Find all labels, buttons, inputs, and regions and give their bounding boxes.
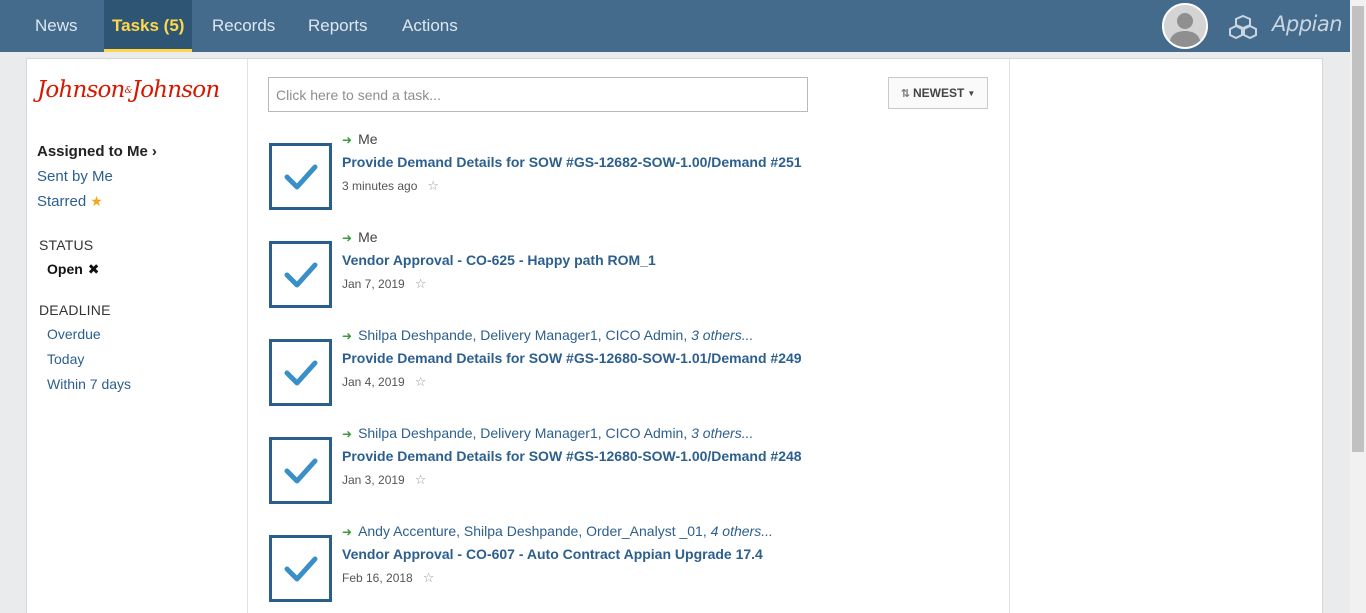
tab-records[interactable]: Records bbox=[204, 0, 283, 52]
task-item: ➜ Andy Accenture, Shilpa Deshpande, Order… bbox=[269, 523, 969, 602]
tab-reports[interactable]: Reports bbox=[300, 0, 376, 52]
task-assignee-names[interactable]: Shilpa Deshpande, Delivery Manager1, CIC… bbox=[358, 425, 687, 441]
deadline-within-7-days[interactable]: Within 7 days bbox=[47, 376, 131, 392]
appian-logo: Appian bbox=[1272, 12, 1343, 36]
star-outline-icon[interactable]: ☆ bbox=[427, 178, 439, 193]
task-date: 3 minutes ago ☆ bbox=[342, 178, 439, 194]
task-others-link[interactable]: 3 others... bbox=[691, 425, 753, 441]
top-nav-bar: News Tasks (5) Records Reports Actions A… bbox=[0, 0, 1350, 52]
checkmark-icon bbox=[284, 360, 318, 386]
task-item: ➜ Me Provide Demand Details for SOW #GS-1… bbox=[269, 131, 969, 210]
remove-filter-icon[interactable]: ✖ bbox=[88, 261, 100, 278]
task-assignee-names[interactable]: Andy Accenture, Shilpa Deshpande, Order_… bbox=[358, 523, 707, 539]
task-complete-checkbox[interactable] bbox=[269, 437, 332, 504]
task-item: ➜ Me Vendor Approval - CO-625 - Happy pat… bbox=[269, 229, 969, 308]
task-assignees: ➜ Shilpa Deshpande, Delivery Manager1, CI… bbox=[342, 425, 753, 441]
task-item: ➜ Shilpa Deshpande, Delivery Manager1, CI… bbox=[269, 425, 969, 504]
deadline-today[interactable]: Today bbox=[47, 351, 84, 367]
logo-text-right: Johnson bbox=[131, 77, 220, 103]
checkmark-icon bbox=[284, 556, 318, 582]
task-others-link[interactable]: 4 others... bbox=[711, 523, 773, 539]
deadline-overdue[interactable]: Overdue bbox=[47, 326, 101, 342]
sort-dropdown[interactable]: ⇅ NEWEST ▼ bbox=[888, 77, 988, 109]
checkmark-icon bbox=[284, 458, 318, 484]
task-title-link[interactable]: Provide Demand Details for SOW #GS-12682… bbox=[342, 154, 802, 170]
sort-label: NEWEST bbox=[912, 86, 965, 100]
task-complete-checkbox[interactable] bbox=[269, 339, 332, 406]
column-divider bbox=[1009, 59, 1010, 613]
arrow-right-icon: ➜ bbox=[342, 231, 353, 245]
filter-sidebar: Johnson&Johnson Assigned to Me › Sent by … bbox=[27, 59, 248, 613]
task-assignee-names: Me bbox=[358, 131, 378, 147]
filter-sent-by-me[interactable]: Sent by Me bbox=[37, 168, 113, 185]
task-date-text: Jan 3, 2019 bbox=[342, 473, 405, 487]
company-logo: Johnson&Johnson bbox=[37, 77, 220, 103]
star-outline-icon[interactable]: ☆ bbox=[415, 276, 427, 291]
send-task-input[interactable] bbox=[268, 77, 808, 112]
task-date-text: 3 minutes ago bbox=[342, 179, 418, 193]
status-filter-open: Open ✖ bbox=[47, 261, 100, 278]
task-assignees: ➜ Shilpa Deshpande, Delivery Manager1, CI… bbox=[342, 327, 753, 343]
task-assignee-names: Me bbox=[358, 229, 378, 245]
task-assignees: ➜ Andy Accenture, Shilpa Deshpande, Order… bbox=[342, 523, 773, 539]
sort-arrows-icon: ⇅ bbox=[900, 87, 910, 100]
task-complete-checkbox[interactable] bbox=[269, 241, 332, 308]
filter-assigned-to-me[interactable]: Assigned to Me › bbox=[37, 143, 157, 160]
arrow-right-icon: ➜ bbox=[342, 329, 353, 343]
arrow-right-icon: ➜ bbox=[342, 525, 353, 539]
task-date: Jan 4, 2019 ☆ bbox=[342, 374, 426, 390]
checkmark-icon bbox=[284, 262, 318, 288]
arrow-right-icon: ➜ bbox=[342, 427, 353, 441]
task-assignees: ➜ Me bbox=[342, 229, 378, 245]
task-date-text: Jan 7, 2019 bbox=[342, 277, 405, 291]
task-date-text: Feb 16, 2018 bbox=[342, 571, 413, 585]
task-assignees: ➜ Me bbox=[342, 131, 378, 147]
tab-actions[interactable]: Actions bbox=[394, 0, 466, 52]
logo-text-left: Johnson bbox=[37, 77, 125, 103]
checkmark-icon bbox=[284, 164, 318, 190]
task-date: Feb 16, 2018 ☆ bbox=[342, 570, 434, 586]
user-silhouette-icon bbox=[1164, 5, 1206, 47]
user-avatar[interactable] bbox=[1162, 3, 1208, 49]
task-others-link[interactable]: 3 others... bbox=[691, 327, 753, 343]
task-item: ➜ Shilpa Deshpande, Delivery Manager1, CI… bbox=[269, 327, 969, 406]
cubes-icon[interactable] bbox=[1228, 14, 1258, 40]
task-date: Jan 7, 2019 ☆ bbox=[342, 276, 426, 292]
task-date-text: Jan 4, 2019 bbox=[342, 375, 405, 389]
status-open-label: Open bbox=[47, 261, 83, 277]
chevron-right-icon: › bbox=[151, 143, 157, 160]
task-title-link[interactable]: Vendor Approval - CO-625 - Happy path RO… bbox=[342, 252, 656, 268]
caret-down-icon: ▼ bbox=[967, 88, 976, 98]
task-complete-checkbox[interactable] bbox=[269, 143, 332, 210]
task-title-link[interactable]: Provide Demand Details for SOW #GS-12680… bbox=[342, 448, 802, 464]
tasks-panel: Johnson&Johnson Assigned to Me › Sent by … bbox=[26, 58, 1323, 613]
logo-ampersand: & bbox=[124, 86, 133, 96]
page-scrollbar-thumb[interactable] bbox=[1352, 6, 1364, 452]
status-heading: STATUS bbox=[39, 237, 94, 253]
filter-starred[interactable]: Starred ★ bbox=[37, 193, 103, 210]
star-outline-icon[interactable]: ☆ bbox=[415, 374, 427, 389]
arrow-right-icon: ➜ bbox=[342, 133, 353, 147]
task-title-link[interactable]: Vendor Approval - CO-607 - Auto Contract… bbox=[342, 546, 763, 562]
filter-assigned-label: Assigned to Me bbox=[37, 143, 148, 160]
task-assignee-names[interactable]: Shilpa Deshpande, Delivery Manager1, CIC… bbox=[358, 327, 687, 343]
star-outline-icon[interactable]: ☆ bbox=[415, 472, 427, 487]
task-complete-checkbox[interactable] bbox=[269, 535, 332, 602]
task-date: Jan 3, 2019 ☆ bbox=[342, 472, 426, 488]
task-title-link[interactable]: Provide Demand Details for SOW #GS-12680… bbox=[342, 350, 802, 366]
tab-news[interactable]: News bbox=[27, 0, 86, 52]
deadline-heading: DEADLINE bbox=[39, 302, 111, 318]
filter-starred-label: Starred bbox=[37, 193, 87, 210]
star-outline-icon[interactable]: ☆ bbox=[423, 570, 435, 585]
star-icon: ★ bbox=[90, 193, 103, 209]
tab-tasks[interactable]: Tasks (5) bbox=[104, 0, 193, 52]
